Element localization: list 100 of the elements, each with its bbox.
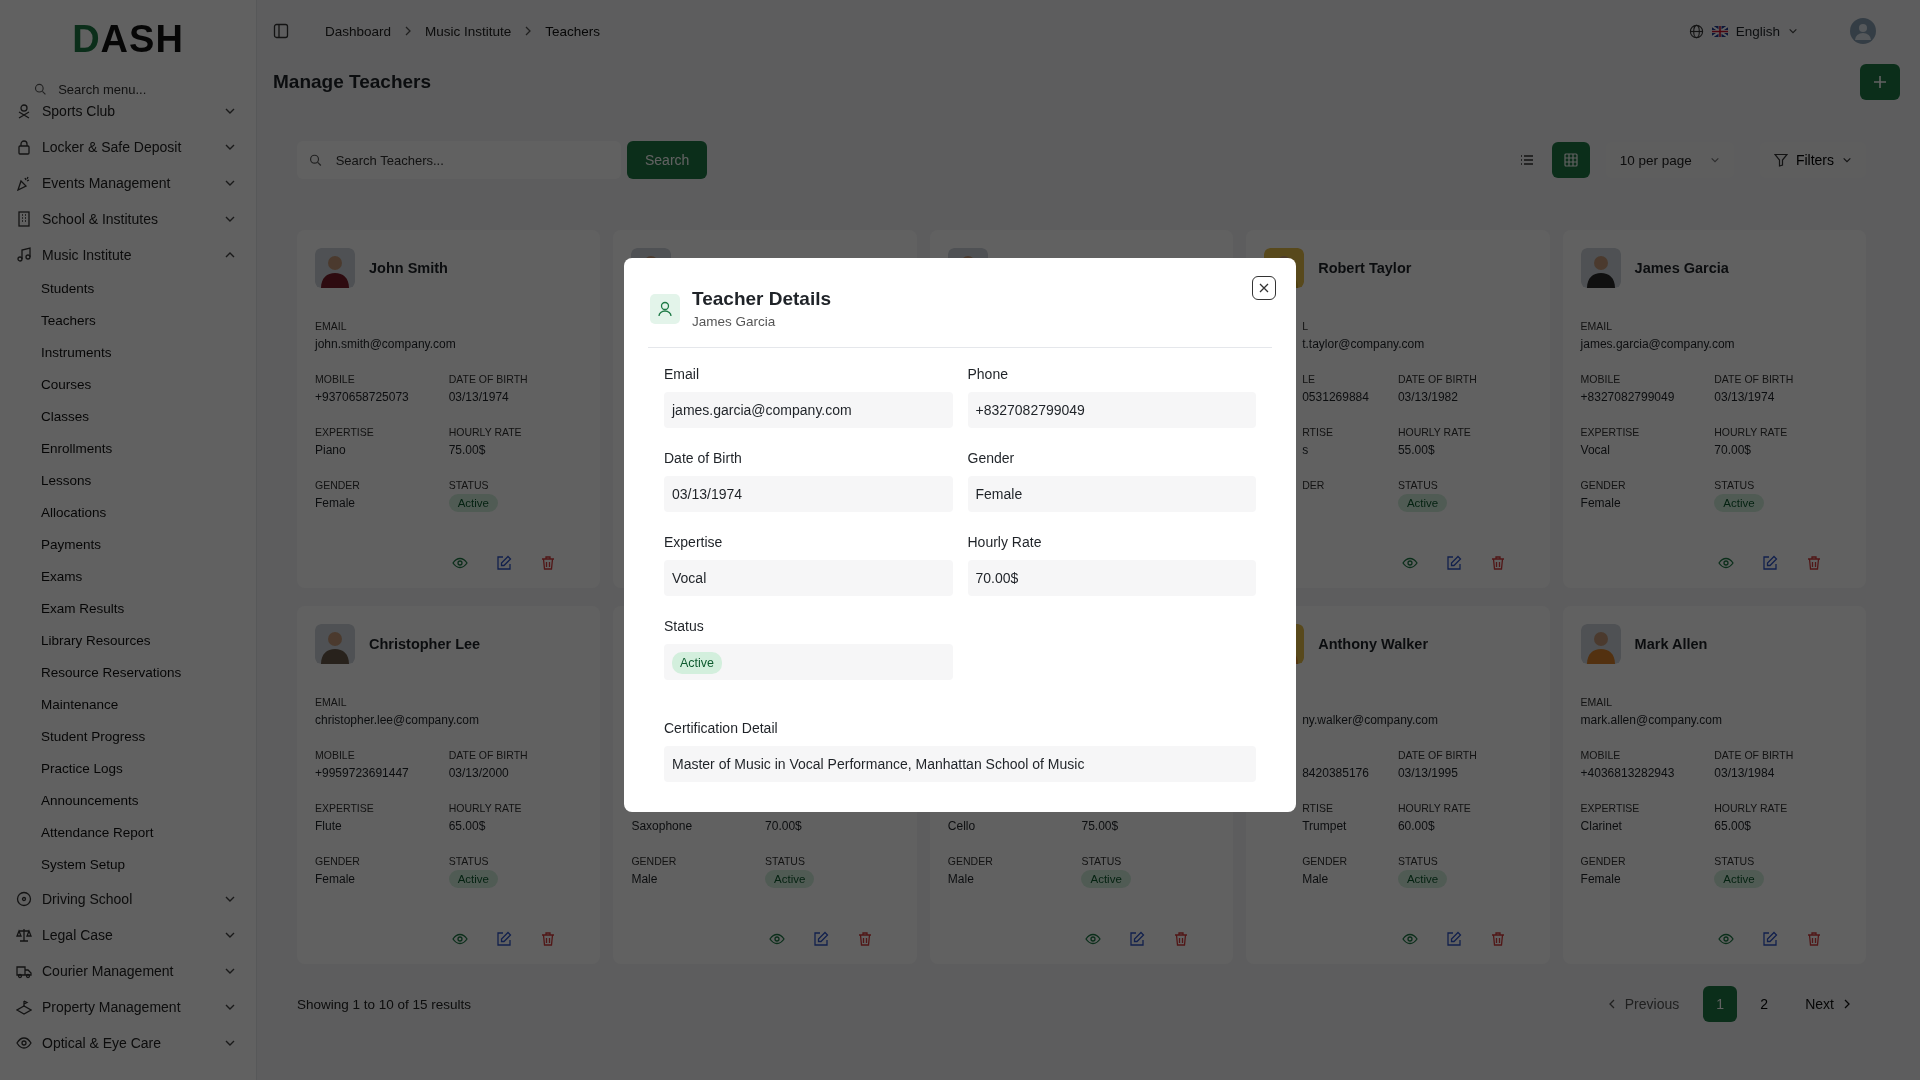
view-icon[interactable] <box>452 555 469 571</box>
add-button[interactable] <box>1860 64 1900 100</box>
view-icon[interactable] <box>1718 555 1734 571</box>
nav-group-item[interactable]: Optical & Eye Care <box>16 1025 242 1061</box>
nav-group-item[interactable]: Sports Club <box>16 102 242 129</box>
nav-item[interactable]: Teachers <box>16 305 242 337</box>
nav-item[interactable]: Students <box>16 273 242 305</box>
delete-icon[interactable] <box>1806 931 1822 947</box>
email-text: john.smith@company.com <box>315 336 457 353</box>
field-value: Trumpet <box>1302 818 1348 835</box>
nav-item[interactable]: Allocations <box>16 497 242 529</box>
delete-icon[interactable] <box>1173 931 1190 947</box>
nav-group-item[interactable]: Driving School <box>16 881 242 917</box>
field-label: STATUS <box>1397 854 1439 869</box>
nav-item[interactable]: Student Progress <box>16 721 242 753</box>
delete-icon[interactable] <box>1806 555 1822 571</box>
nav-item[interactable]: Exam Results <box>16 593 242 625</box>
field-value: Cello <box>947 818 977 835</box>
view-icon[interactable] <box>1401 555 1418 571</box>
nav-item[interactable]: Payments <box>16 529 242 561</box>
search-icon <box>309 153 322 167</box>
page-button[interactable]: 2 <box>1747 986 1782 1022</box>
nav-group-item[interactable]: Property Management <box>16 989 242 1025</box>
delete-icon[interactable] <box>1489 555 1506 571</box>
next-button[interactable]: Next <box>1791 986 1866 1022</box>
nav-group-item[interactable]: Events Management <box>16 165 242 201</box>
status-badge: Active <box>1397 870 1448 888</box>
nav-item[interactable]: Announcements <box>16 785 242 817</box>
nav-item[interactable]: Library Resources <box>16 625 242 657</box>
nav-item[interactable]: Attendance Report <box>16 817 242 849</box>
nav-item[interactable]: Lessons <box>16 465 242 497</box>
view-icon[interactable] <box>1718 931 1734 947</box>
field-value: Female <box>315 871 356 888</box>
truck-icon <box>16 963 32 979</box>
field-label: EXPERTISE <box>1580 425 1641 440</box>
view-icon[interactable] <box>1085 931 1102 947</box>
view-icon[interactable] <box>452 931 469 947</box>
field-label: GENDER <box>1580 478 1627 493</box>
search-field[interactable]: Search Teachers... <box>333 140 609 180</box>
user-avatar-icon[interactable] <box>1850 18 1876 44</box>
chevron-down-icon <box>1842 155 1852 165</box>
field-value: 70.00$ <box>1714 443 1751 457</box>
field-value: Saxophone <box>631 818 694 835</box>
delete-icon[interactable] <box>856 931 873 947</box>
readonly-field: 70.00$ <box>967 560 1256 596</box>
nav-group-item[interactable]: Courier Management <box>16 953 242 989</box>
field-label: Status <box>664 618 705 634</box>
edit-icon[interactable] <box>812 931 829 947</box>
nav-item[interactable]: Resource Reservations <box>16 657 242 689</box>
field-label: HOURLY RATE <box>1397 425 1472 440</box>
nav-item[interactable]: Classes <box>16 401 242 433</box>
view-icon[interactable] <box>1401 931 1418 947</box>
readonly-field: Master of Music in Vocal Performance, Manhattan School of Music <box>664 746 1256 782</box>
nav-item[interactable]: Practice Logs <box>16 753 242 785</box>
nav-group-item[interactable]: Legal Case <box>16 917 242 953</box>
edit-icon[interactable] <box>496 931 513 947</box>
nav-item[interactable]: Courses <box>16 369 242 401</box>
nav-item[interactable]: Instruments <box>16 337 242 369</box>
sidebar-toggle-icon[interactable] <box>273 23 289 39</box>
nav-group-item[interactable]: Music Institute <box>16 237 242 273</box>
nav-item[interactable]: System Setup <box>16 849 242 881</box>
edit-icon[interactable] <box>1762 555 1778 571</box>
field-label: Hourly Rate <box>967 534 1043 550</box>
edit-icon[interactable] <box>496 555 513 571</box>
breadcrumb-link[interactable]: Music Institute <box>425 23 512 39</box>
field-label: MOBILE <box>1580 372 1622 387</box>
nav-group-item[interactable]: School & Institutes <box>16 201 242 237</box>
close-button[interactable] <box>1252 276 1276 300</box>
page-button[interactable]: 1 <box>1703 986 1738 1022</box>
eye-icon <box>16 1035 32 1051</box>
field-label: EXPERTISE <box>315 801 375 816</box>
scale-icon <box>16 927 32 943</box>
search-box[interactable]: Search Teachers... <box>297 141 621 179</box>
language-select[interactable]: English <box>1688 23 1798 39</box>
delete-icon[interactable] <box>1489 931 1506 947</box>
field-label: STATUS <box>1714 478 1756 493</box>
field-value: 75.00$ <box>1081 819 1119 833</box>
view-icon[interactable] <box>768 931 785 947</box>
chevron-down-icon <box>1709 155 1720 165</box>
field-label: STATUS <box>1081 854 1123 869</box>
delete-icon[interactable] <box>540 931 557 947</box>
breadcrumb-link[interactable]: Teachers <box>545 23 601 39</box>
breadcrumb-link[interactable]: Dashboard <box>325 23 392 39</box>
edit-icon[interactable] <box>1445 555 1462 571</box>
nav-group-item[interactable]: Locker & Safe Deposit <box>16 129 242 165</box>
grid-view-button[interactable] <box>1551 142 1590 178</box>
field-label: HOURLY RATE <box>448 425 523 440</box>
edit-icon[interactable] <box>1129 931 1146 947</box>
close-icon <box>1259 283 1269 293</box>
edit-icon[interactable] <box>1762 931 1778 947</box>
land-icon <box>16 999 32 1015</box>
edit-icon[interactable] <box>1445 931 1462 947</box>
nav-item[interactable]: Enrollments <box>16 433 242 465</box>
delete-icon[interactable] <box>540 555 557 571</box>
nav-item[interactable]: Exams <box>16 561 242 593</box>
search-button[interactable]: Search <box>627 141 708 179</box>
field-value: +9959723691447 <box>315 765 410 782</box>
menu-search-field[interactable]: Search menu... <box>56 75 236 103</box>
field-value: Clarinet <box>1580 818 1623 835</box>
nav-item[interactable]: Maintenance <box>16 689 242 721</box>
